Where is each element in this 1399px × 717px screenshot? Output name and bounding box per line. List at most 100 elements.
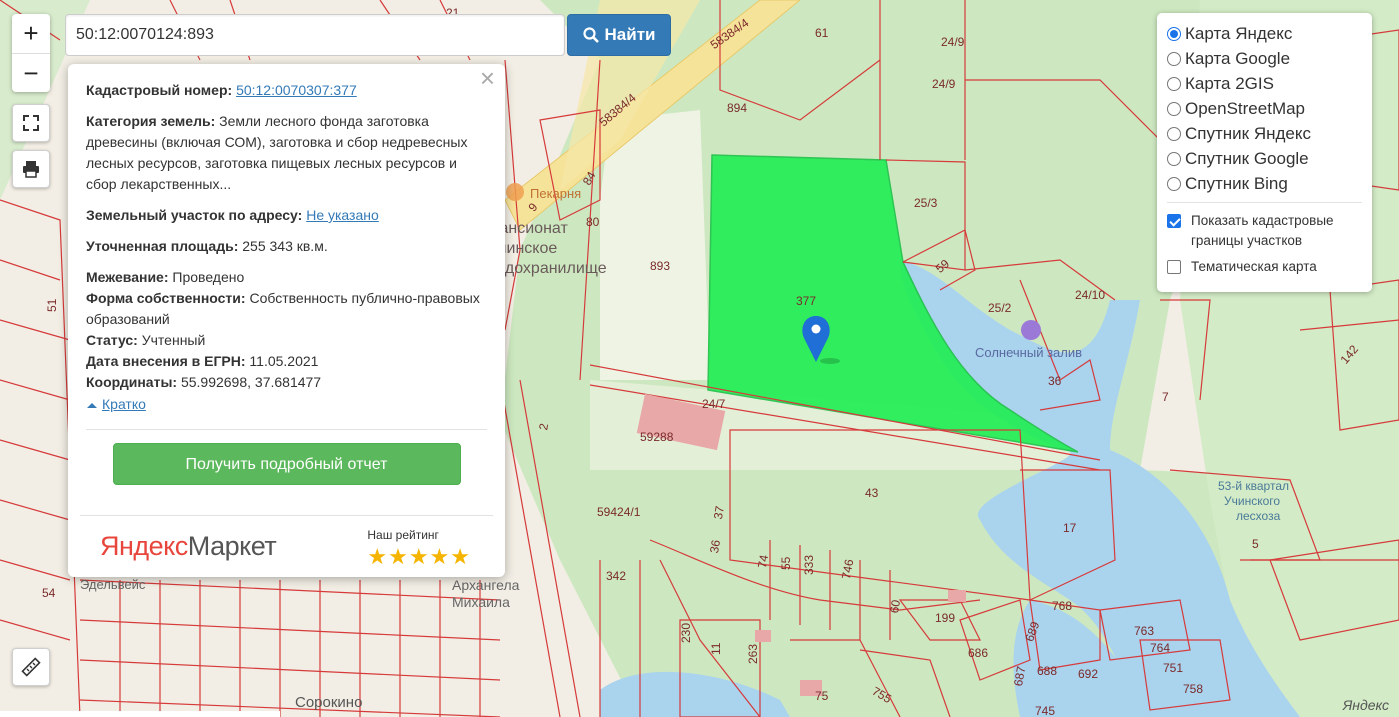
cadastral-number-link[interactable]: 50:12:0070307:377 (236, 82, 357, 98)
svg-text:333: 333 (802, 555, 816, 575)
radio-icon (1167, 176, 1181, 191)
svg-text:745: 745 (1035, 704, 1055, 717)
search-input[interactable]: 50:12:0070124:893 (65, 14, 565, 56)
bottom-status-strip (0, 711, 280, 717)
svg-text:36: 36 (707, 538, 723, 554)
svg-text:53-й квартал: 53-й квартал (1218, 479, 1289, 493)
svg-text:59288: 59288 (640, 430, 674, 444)
search-button-label: Найти (604, 25, 656, 44)
svg-text:80: 80 (586, 215, 600, 229)
rating-stars: ★★★★★ (367, 544, 471, 569)
show-borders-label: Показать кадастровые границы участков (1191, 213, 1334, 248)
svg-text:688: 688 (1037, 664, 1057, 678)
svg-text:водохранилище: водохранилище (488, 260, 607, 277)
radio-icon (1167, 151, 1181, 166)
svg-text:377: 377 (796, 294, 816, 308)
layer-label: Карта Яндекс (1185, 23, 1293, 43)
collapse-toggle[interactable]: Кратко (86, 394, 487, 415)
svg-text:199: 199 (935, 611, 955, 625)
layer-option-2gis-map[interactable]: Карта 2GIS (1167, 71, 1362, 96)
svg-text:37: 37 (711, 505, 727, 521)
fullscreen-icon (23, 115, 39, 131)
ownership-label: Форма собственности: (86, 290, 246, 306)
get-report-button[interactable]: Получить подробный отчет (112, 443, 461, 485)
area-label: Уточненная площадь: (86, 238, 239, 254)
svg-text:36: 36 (1048, 374, 1062, 388)
layer-divider (1167, 202, 1362, 203)
address-link[interactable]: Не указано (306, 207, 379, 223)
layer-option-google-map[interactable]: Карта Google (1167, 46, 1362, 71)
layer-label: Карта Google (1185, 48, 1291, 68)
svg-text:54: 54 (42, 586, 56, 600)
svg-text:763: 763 (1134, 624, 1154, 638)
svg-text:17: 17 (1063, 521, 1077, 535)
category-label: Категория земель: (86, 113, 216, 129)
layer-label: OpenStreetMap (1185, 98, 1306, 118)
survey-value: Проведено (172, 269, 245, 285)
svg-text:59424/1: 59424/1 (597, 505, 641, 519)
svg-text:7: 7 (1162, 390, 1169, 404)
coordinates-label: Координаты: (86, 374, 178, 390)
zoom-in-button[interactable]: + (12, 14, 50, 53)
layer-option-google-satellite[interactable]: Спутник Google (1167, 146, 1362, 171)
print-button[interactable] (12, 150, 50, 188)
svg-text:25/2: 25/2 (988, 301, 1012, 315)
egrn-date-label: Дата внесения в ЕГРН: (86, 353, 246, 369)
svg-text:230: 230 (679, 623, 693, 643)
show-cadastral-borders-checkbox[interactable]: Показать кадастровые границы участков (1167, 211, 1362, 251)
svg-text:Сорокино: Сорокино (295, 694, 362, 711)
svg-text:Михаила: Михаила (452, 594, 510, 610)
svg-text:60: 60 (887, 598, 903, 614)
zoom-out-button[interactable]: − (12, 53, 50, 92)
svg-text:Пекарня: Пекарня (530, 186, 581, 201)
checkbox-icon (1167, 260, 1181, 274)
svg-text:Архангела: Архангела (452, 577, 520, 593)
coordinates-value: 55.992698, 37.681477 (180, 374, 322, 390)
svg-text:74: 74 (755, 553, 771, 569)
layer-option-yandex-map[interactable]: Карта Яндекс (1167, 21, 1362, 46)
svg-text:894: 894 (727, 101, 747, 115)
svg-text:лесхоза: лесхоза (1236, 509, 1281, 523)
close-icon[interactable]: × (480, 65, 495, 91)
svg-text:764: 764 (1150, 641, 1170, 655)
svg-text:51: 51 (45, 298, 59, 312)
survey-label: Межевание: (86, 269, 169, 285)
area-value: 255 343 кв.м. (242, 238, 328, 254)
map-layer-switcher: Карта Яндекс Карта Google Карта 2GIS Ope… (1157, 13, 1372, 292)
svg-text:75: 75 (815, 689, 829, 703)
map-watermark: Яндекс (1342, 697, 1389, 713)
svg-text:768: 768 (1052, 599, 1072, 613)
svg-text:751: 751 (1163, 661, 1183, 675)
svg-text:24/10: 24/10 (1075, 288, 1105, 302)
radio-icon (1167, 76, 1181, 91)
caret-up-icon (87, 402, 97, 408)
checkbox-icon (1167, 214, 1181, 228)
layer-option-openstreetmap[interactable]: OpenStreetMap (1167, 96, 1362, 121)
cadastral-label: Кадастровый номер: (86, 82, 233, 98)
layer-label: Спутник Google (1185, 148, 1309, 168)
radio-icon (1167, 126, 1181, 141)
thematic-map-checkbox[interactable]: Тематическая карта (1167, 257, 1362, 277)
yandex-market-banner[interactable]: ЯндексМаркет Наш рейтинг ★★★★★ (80, 515, 493, 577)
layer-option-yandex-satellite[interactable]: Спутник Яндекс (1167, 121, 1362, 146)
svg-text:43: 43 (865, 486, 879, 500)
rating-block: Наш рейтинг ★★★★★ (367, 525, 471, 568)
radio-icon (1167, 51, 1181, 66)
zoom-control: + − (12, 14, 50, 92)
svg-text:893: 893 (650, 259, 670, 273)
parcel-info-popup: × Кадастровый номер: 50:12:0070307:377 К… (68, 64, 505, 577)
search-button[interactable]: Найти (567, 14, 671, 56)
svg-text:686: 686 (968, 646, 988, 660)
layer-option-bing-satellite[interactable]: Спутник Bing (1167, 171, 1362, 196)
svg-text:5: 5 (1252, 537, 1259, 551)
svg-text:24/7: 24/7 (702, 397, 726, 411)
svg-text:61: 61 (815, 26, 829, 40)
fullscreen-button[interactable] (12, 104, 50, 142)
layer-label: Карта 2GIS (1185, 73, 1274, 93)
egrn-date-value: 11.05.2021 (249, 353, 319, 369)
search-icon (582, 27, 599, 43)
status-label: Статус: (86, 332, 138, 348)
yandex-market-logo: ЯндексМаркет (100, 533, 277, 560)
ruler-button[interactable] (12, 648, 50, 686)
svg-text:Учинского: Учинского (1224, 494, 1280, 508)
